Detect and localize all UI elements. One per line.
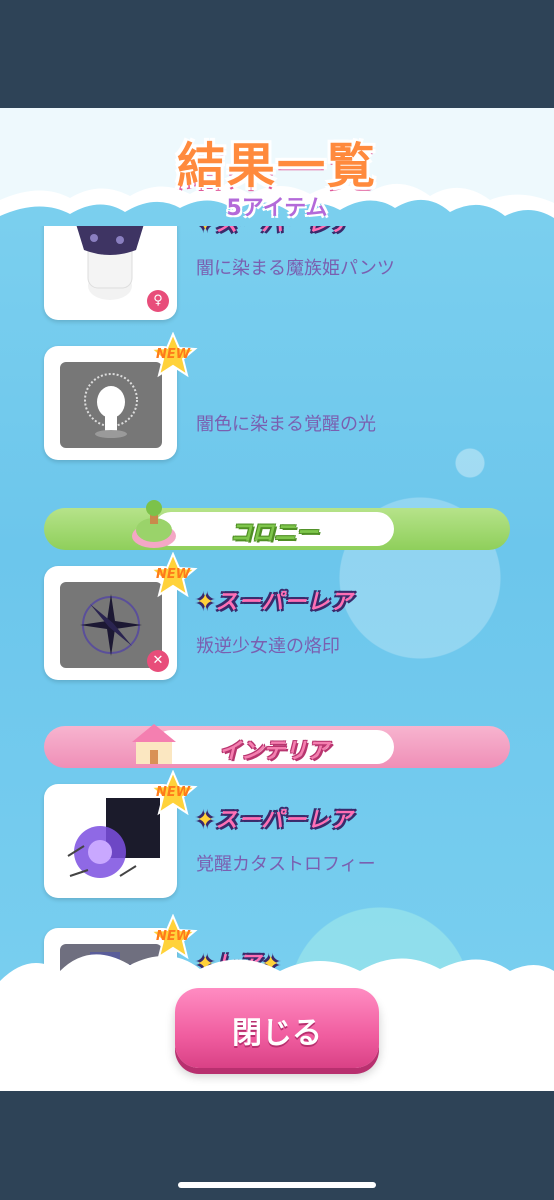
item-name: 闇に染まる魔族姫パンツ (196, 258, 395, 279)
pants-image (76, 226, 144, 300)
page-title: 結果一覧 (176, 138, 377, 194)
category-header-interior: インテリア (44, 724, 510, 768)
item-count: 5アイテム (226, 196, 328, 221)
close-button[interactable]: 閉じる (175, 988, 379, 1068)
item-image (60, 362, 162, 448)
new-star-icon: NEW (148, 770, 198, 816)
category-header-colony: コロニー (44, 500, 510, 550)
category-label: インテリア (218, 739, 329, 764)
category-pill: インテリア (132, 724, 394, 764)
item-thumbnail: ♀ (44, 226, 177, 320)
home-indicator[interactable] (178, 1182, 376, 1188)
list-item[interactable]: NEW 闇色に染まる覚醒の光 (44, 332, 514, 466)
rarity-label: ✦スーパーレア (196, 808, 354, 833)
category-label: コロニー (229, 521, 318, 546)
item-type-icon: ✕ (147, 650, 169, 672)
new-star-icon: NEW (148, 332, 198, 378)
result-list[interactable]: ♀ ✦スーパーレア 闇に染まる魔族姫パンツ NEW (0, 226, 554, 996)
category-pill: コロニー (132, 500, 394, 548)
item-name: 叛逆少女達の烙印 (196, 636, 340, 657)
item-name: 闇色に染まる覚醒の光 (196, 414, 376, 435)
list-item[interactable]: ♀ ✦スーパーレア 闇に染まる魔族姫パンツ (44, 226, 514, 326)
result-panel: 結果一覧 5アイテム ♀ ✦スーパーレア 闇に染まる魔族姫パンツ (0, 108, 554, 1091)
list-item[interactable]: ✕ NEW ✦スーパーレア 叛逆少女達の烙印 (44, 552, 514, 686)
new-star-icon: NEW (148, 552, 198, 598)
list-item[interactable]: NEW ✦スーパーレア 覚醒カタストロフィー (44, 770, 514, 904)
item-image (60, 582, 162, 668)
rarity-label: ✦スーパーレア (196, 226, 353, 238)
gender-icon: ♀ (147, 290, 169, 312)
rarity-label: ✦スーパーレア (196, 590, 354, 615)
item-name: 覚醒カタストロフィー (196, 854, 376, 875)
